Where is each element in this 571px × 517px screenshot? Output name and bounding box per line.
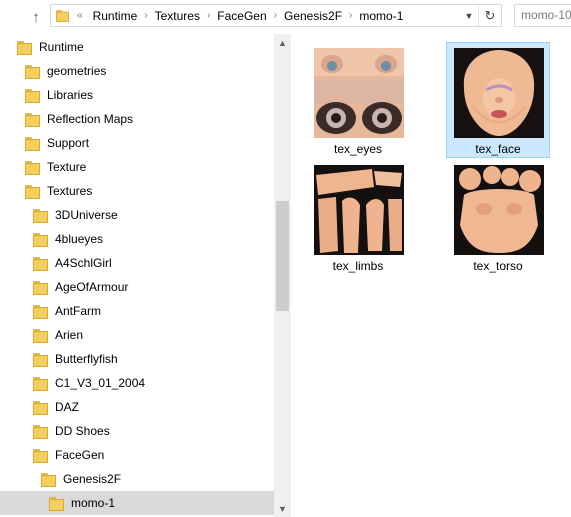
file-tile-tex-torso[interactable]: tex_torso [446, 159, 550, 275]
nav-item-antfarm[interactable]: AntFarm [0, 299, 274, 323]
overflow-chevron[interactable]: « [74, 10, 86, 21]
nav-item-label: 4blueyes [55, 232, 104, 246]
folder-icon [17, 40, 32, 55]
nav-item-butterflyfish[interactable]: Butterflyfish [0, 347, 274, 371]
file-name: tex_limbs [332, 259, 384, 273]
folder-icon [56, 9, 69, 22]
nav-item-dd-shoes[interactable]: DD Shoes [0, 419, 274, 443]
breadcrumb-momo-1[interactable]: momo-1 [352, 9, 410, 23]
nav-item-label: Arien [55, 328, 84, 342]
nav-item-label: Genesis2F [63, 472, 122, 486]
folder-icon [25, 160, 40, 175]
nav-item-texture[interactable]: Texture [0, 155, 274, 179]
scroll-down-icon[interactable]: ▼ [274, 500, 291, 517]
torso-texture-thumbnail [454, 165, 544, 255]
nav-item-momo-1[interactable]: momo-1 [0, 491, 274, 515]
nav-item-textures[interactable]: Textures [0, 179, 274, 203]
folder-icon [33, 256, 48, 271]
nav-item-a4schlgirl[interactable]: A4SchlGirl [0, 251, 274, 275]
folder-icon [25, 112, 40, 127]
breadcrumb-textures[interactable]: Textures [148, 9, 207, 23]
nav-item-label: A4SchlGirl [55, 256, 112, 270]
nav-item-label: DAZ [55, 400, 79, 414]
nav-item-genesis2f[interactable]: Genesis2F [0, 467, 274, 491]
nav-item-label: C1_V3_01_2004 [55, 376, 146, 390]
folder-icon [25, 88, 40, 103]
folder-icon [33, 424, 48, 439]
nav-item-label: DD Shoes [55, 424, 110, 438]
file-name: tex_face [475, 142, 521, 156]
folder-icon [25, 136, 40, 151]
eyes-texture-thumbnail [314, 48, 404, 138]
nav-item-label: Reflection Maps [47, 112, 134, 126]
nav-item-daz[interactable]: DAZ [0, 395, 274, 419]
folder-icon [33, 304, 48, 319]
folder-icon [41, 472, 56, 487]
nav-item-arien[interactable]: Arien [0, 323, 274, 347]
nav-item-libraries[interactable]: Libraries [0, 83, 274, 107]
folder-icon [33, 328, 48, 343]
nav-scrollbar[interactable]: ▲ ▼ [274, 34, 291, 517]
folder-icon [33, 232, 48, 247]
nav-item-label: Runtime [39, 40, 84, 54]
nav-item-label: geometries [47, 64, 107, 78]
chevron-down-icon[interactable]: ▼ [460, 5, 478, 26]
nav-item-ageofarmour[interactable]: AgeOfArmour [0, 275, 274, 299]
file-name: tex_torso [473, 259, 523, 273]
nav-item-label: 3DUniverse [55, 208, 118, 222]
folder-icon [49, 496, 64, 511]
nav-item-label: momo-1 [71, 496, 116, 510]
folder-icon [33, 448, 48, 463]
file-tile-tex-face[interactable]: tex_face [446, 42, 550, 158]
nav-item-c1-v3-01-2004[interactable]: C1_V3_01_2004 [0, 371, 274, 395]
nav-item-label: FaceGen [55, 448, 105, 462]
nav-item-label: Butterflyfish [55, 352, 118, 366]
file-list: tex_eyes tex_face tex_limbs tex_torso [292, 34, 571, 517]
folder-icon [33, 352, 48, 367]
folder-icon [25, 184, 40, 199]
file-tile-tex-limbs[interactable]: tex_limbs [306, 159, 410, 275]
folder-icon [25, 64, 40, 79]
nav-item-4blueyes[interactable]: 4blueyes [0, 227, 274, 251]
nav-item-label: AgeOfArmour [55, 280, 129, 294]
scroll-thumb[interactable] [276, 201, 289, 311]
refresh-icon[interactable]: ↻ [478, 5, 501, 26]
address-toolbar: ↑ « Runtime › Textures › FaceGen › Genes… [0, 0, 571, 34]
face-texture-thumbnail [454, 48, 544, 138]
nav-item-label: Texture [47, 160, 87, 174]
address-bar[interactable]: « Runtime › Textures › FaceGen › Genesis… [50, 4, 502, 27]
breadcrumb-runtime[interactable]: Runtime [86, 9, 145, 23]
file-tile-tex-eyes[interactable]: tex_eyes [306, 42, 410, 158]
breadcrumb-facegen[interactable]: FaceGen [210, 9, 273, 23]
nav-item-label: Libraries [47, 88, 94, 102]
nav-item-runtime[interactable]: Runtime [0, 35, 274, 59]
scroll-up-icon[interactable]: ▲ [274, 34, 291, 51]
nav-item-geometries[interactable]: geometries [0, 59, 274, 83]
folder-icon [33, 376, 48, 391]
file-name: tex_eyes [333, 142, 383, 156]
folder-icon [33, 400, 48, 415]
nav-item-label: Textures [47, 184, 93, 198]
nav-item-facegen[interactable]: FaceGen [0, 443, 274, 467]
up-arrow-icon[interactable]: ↑ [25, 6, 47, 28]
nav-item-label: Support [47, 136, 90, 150]
limbs-texture-thumbnail [314, 165, 404, 255]
folder-icon [33, 208, 48, 223]
nav-item-3duniverse[interactable]: 3DUniverse [0, 203, 274, 227]
search-input[interactable]: momo-10 [514, 4, 571, 27]
breadcrumb-genesis2f[interactable]: Genesis2F [277, 9, 349, 23]
nav-item-support[interactable]: Support [0, 131, 274, 155]
nav-item-label: AntFarm [55, 304, 102, 318]
navigation-pane: Runtime geometries Libraries Reflection Map… [0, 34, 274, 517]
folder-icon [33, 280, 48, 295]
nav-item-reflection-maps[interactable]: Reflection Maps [0, 107, 274, 131]
